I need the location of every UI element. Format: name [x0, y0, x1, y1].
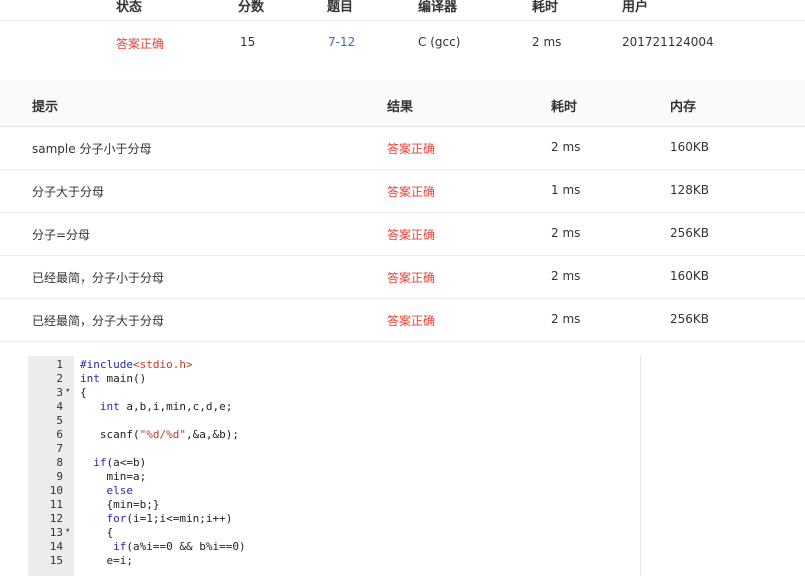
line-number: 14 [49, 540, 63, 553]
table-row: 已经最简，分子大于分母 答案正确 2 ms 256KB [0, 299, 805, 342]
header-score: 分数 [238, 0, 265, 15]
testcase-memory: 160KB [670, 269, 710, 283]
fold-toggle-icon[interactable]: ▾ [65, 526, 70, 536]
line-number: 5 [56, 414, 63, 427]
header-compiler: 编译器 [418, 0, 458, 15]
line-number: 9 [56, 470, 63, 483]
header-memory: 内存 [670, 100, 697, 115]
table-row: 分子=分母 答案正确 2 ms 256KB [0, 213, 805, 256]
line-number: 7 [56, 442, 63, 455]
testcase-time: 2 ms [551, 226, 581, 240]
testcase-result: 答案正确 [387, 142, 436, 156]
fold-toggle-icon[interactable]: ▾ [65, 386, 70, 396]
code-line[interactable]: 14 if(a%i==0 && b%i==0) [28, 540, 640, 554]
code-line[interactable]: 1 #include<stdio.h> [28, 358, 640, 372]
testcase-memory: 128KB [670, 183, 710, 197]
code-text: scanf("%d/%d",&a,&b); [80, 428, 239, 441]
testcase-result: 答案正确 [387, 228, 436, 242]
summary-header-row: 状态 分数 题目 编译器 耗时 用户 [0, 0, 805, 21]
table-row: 已经最简，分子小于分母 答案正确 2 ms 160KB [0, 256, 805, 299]
testcase-result: 答案正确 [387, 271, 436, 285]
testcase-time: 2 ms [551, 269, 581, 283]
line-number: 8 [56, 456, 63, 469]
line-number: 6 [56, 428, 63, 441]
testcase-memory: 256KB [670, 226, 710, 240]
code-line[interactable]: 8 if(a<=b) [28, 456, 640, 470]
line-number: 15 [49, 554, 63, 567]
time-value: 2 ms [532, 35, 562, 49]
score-value: 15 [240, 35, 256, 49]
header-time: 耗时 [532, 0, 559, 15]
testcase-memory: 160KB [670, 140, 710, 154]
code-line[interactable]: 6 scanf("%d/%d",&a,&b); [28, 428, 640, 442]
testcase-hint: sample 分子小于分母 [32, 142, 152, 156]
status-value: 答案正确 [116, 37, 165, 51]
testcase-hint: 分子=分母 [32, 228, 91, 242]
line-number: 11 [49, 498, 63, 511]
line-number: 4 [56, 400, 63, 413]
code-text: {min=b;} [80, 498, 160, 511]
problem-link[interactable]: 7-12 [328, 35, 355, 49]
code-line[interactable]: 10 else [28, 484, 640, 498]
header-result: 结果 [387, 100, 414, 115]
code-text: if(a<=b) [93, 456, 147, 469]
header-hint: 提示 [32, 100, 59, 115]
code-text: if(a%i==0 && b%i==0) [113, 540, 246, 553]
testcase-time: 2 ms [551, 312, 581, 326]
line-number: 3 [56, 386, 63, 399]
table-row: sample 分子小于分母 答案正确 2 ms 160KB [0, 127, 805, 170]
testcase-result: 答案正确 [387, 314, 436, 328]
header-time: 耗时 [551, 100, 578, 115]
testcase-header-row: 提示 结果 耗时 内存 [0, 80, 805, 127]
testcase-time: 2 ms [551, 140, 581, 154]
code-text: e=i; [80, 554, 133, 567]
code-line[interactable]: 15 e=i; [28, 554, 640, 568]
line-number: 10 [49, 484, 63, 497]
header-status: 状态 [116, 0, 143, 15]
code-line[interactable]: 2 int main() [28, 372, 640, 386]
compiler-value: C (gcc) [418, 35, 461, 49]
summary-row: 答案正确 15 7-12 C (gcc) 2 ms 201721124004 [0, 20, 805, 64]
code-line[interactable]: 11 {min=b;} [28, 498, 640, 512]
user-value: 201721124004 [622, 35, 714, 49]
code-line[interactable]: 12 for(i=1;i<=min;i++) [28, 512, 640, 526]
testcase-table: 提示 结果 耗时 内存 sample 分子小于分母 答案正确 2 ms 160K… [0, 80, 805, 342]
code-text: else [106, 484, 134, 497]
header-problem: 题目 [327, 0, 354, 15]
line-number: 12 [49, 512, 63, 525]
testcase-hint: 已经最简，分子小于分母 [32, 271, 165, 285]
code-line[interactable]: 3 ▾ { [28, 386, 640, 400]
code-text: #include<stdio.h> [80, 358, 193, 371]
line-number: 13 [49, 526, 63, 539]
code-text: min=a; [80, 470, 147, 483]
code-text: { [80, 526, 114, 539]
line-number: 1 [56, 358, 63, 371]
testcase-hint: 分子大于分母 [32, 185, 105, 199]
code-line[interactable]: 5 [28, 414, 640, 428]
testcase-time: 1 ms [551, 183, 581, 197]
code-text: int a,b,i,min,c,d,e; [99, 400, 233, 413]
line-number: 2 [56, 372, 63, 385]
code-editor[interactable]: 1 #include<stdio.h> 2 int main() 3 ▾{4 int a,… [28, 356, 641, 576]
code-line[interactable]: 4 int a,b,i,min,c,d,e; [28, 400, 640, 414]
code-text: int main() [80, 372, 147, 385]
code-line[interactable]: 9 min=a; [28, 470, 640, 484]
code-text: { [80, 386, 87, 399]
testcase-memory: 256KB [670, 312, 710, 326]
testcase-hint: 已经最简，分子大于分母 [32, 314, 165, 328]
code-line[interactable]: 13 ▾ { [28, 526, 640, 540]
code-text: for(i=1;i<=min;i++) [106, 512, 233, 525]
header-user: 用户 [622, 0, 649, 15]
submission-summary: 状态 分数 题目 编译器 耗时 用户 答案正确 15 7-12 C (gcc) … [0, 0, 805, 80]
testcase-result: 答案正确 [387, 185, 436, 199]
code-line[interactable]: 7 [28, 442, 640, 456]
table-row: 分子大于分母 答案正确 1 ms 128KB [0, 170, 805, 213]
